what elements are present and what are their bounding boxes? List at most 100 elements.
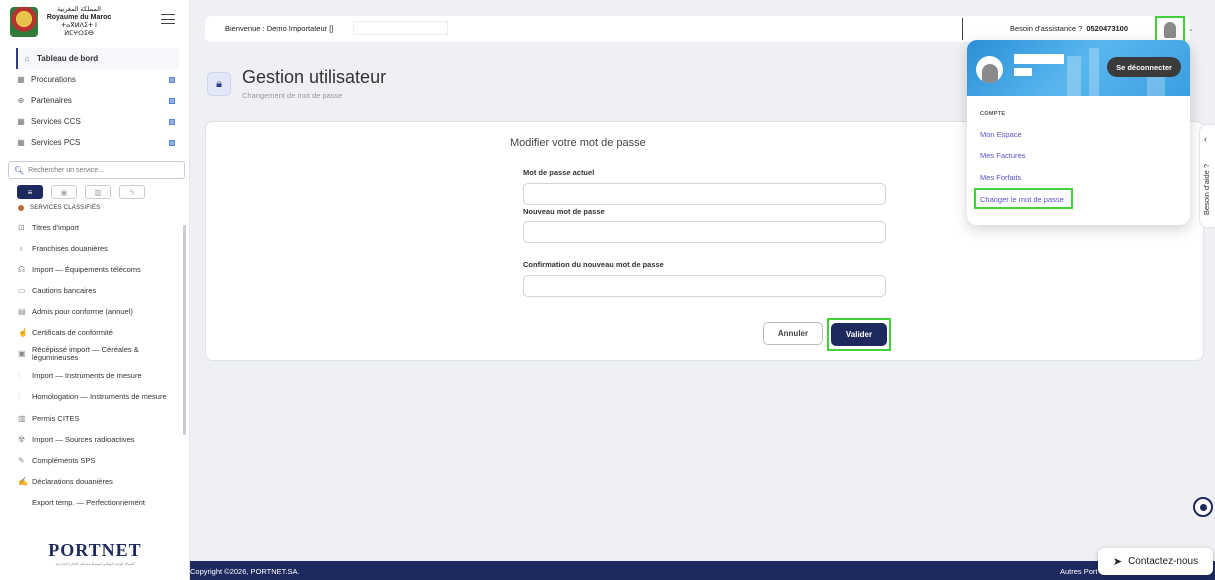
section-title: SERVICES CLASSIFIÉS (18, 205, 189, 211)
nav-item-dashboard[interactable]: ⌂ Tableau de bord (16, 48, 179, 69)
assistance-label: Besoin d'assistance ? (1010, 24, 1083, 33)
service-item[interactable]: ☢ Import — Sources radioactives (18, 429, 189, 450)
service-filters: ≡ ◉ ▥ ϟ (17, 185, 189, 199)
submit-highlight: Valider (827, 318, 891, 351)
nav-item-services-pcs[interactable]: ▦ Services PCS (16, 132, 179, 153)
user-icon (1164, 22, 1176, 38)
service-label: Déclarations douanières (32, 477, 113, 486)
nav-item-partenaires[interactable]: ⊕ Partenaires (16, 90, 179, 111)
nav-label: Partenaires (31, 96, 72, 105)
service-item[interactable]: ♁ Franchises douanières (18, 238, 189, 259)
expand-icon[interactable] (169, 76, 175, 83)
lock-icon: 🔒︎ (207, 72, 231, 96)
service-label: Import — Équipements télécoms (32, 265, 141, 274)
cancel-button[interactable]: Annuler (763, 322, 823, 345)
service-item[interactable]: ✍ Déclarations douanières (18, 471, 189, 492)
service-item[interactable]: ☝ Certificats de conformité (18, 322, 189, 343)
service-item[interactable]: ▤ Admis pour conforme (annuel) (18, 301, 189, 322)
expand-icon[interactable] (169, 97, 175, 104)
hamburger-menu-icon[interactable] (161, 14, 175, 24)
logo[interactable]: المملكة المغربية Royaume du Maroc ⵜⴰⴳⵍⴷⵉ… (0, 0, 189, 44)
welcome-text: Bienvenue : Demo Importateur [] (225, 24, 334, 33)
filter-building-button[interactable]: ▥ (85, 185, 111, 199)
sidebar-scrollbar[interactable] (183, 225, 186, 435)
expand-icon[interactable] (169, 118, 175, 125)
filter-list-button[interactable]: ≡ (17, 185, 43, 199)
filter-ship-button[interactable]: ◉ (51, 185, 77, 199)
current-password-input[interactable] (523, 183, 886, 205)
section-dot-icon (18, 205, 24, 211)
service-label: Admis pour conforme (annuel) (32, 307, 133, 316)
change-password-link[interactable]: Changer le mot de passe (980, 195, 1064, 204)
service-item[interactable]: ▣ Récépissé import — Céréales & légumineu… (18, 343, 189, 365)
service-icon: ☝ (18, 328, 28, 337)
home-icon: ⌂ (24, 54, 30, 63)
service-label: Homologation — Instruments de mesure (32, 391, 167, 401)
my-invoices-link[interactable]: Mes Factures (980, 151, 1025, 160)
new-password-input[interactable] (523, 221, 886, 243)
service-label: Import — Sources radioactives (32, 435, 135, 444)
user-name-field (1014, 54, 1064, 64)
assistance-info: Besoin d'assistance ? 0520473100 (1010, 24, 1128, 33)
service-label: Compléments SPS (32, 456, 96, 465)
service-icon: ⫶ (18, 391, 20, 401)
service-icon: ▥ (18, 414, 26, 423)
grid-icon: ▦ (17, 138, 25, 147)
page-title: Gestion utilisateur (242, 67, 387, 87)
assistance-phone[interactable]: 0520473100 (1086, 24, 1128, 33)
service-search-input[interactable]: 🔍︎ Rechercher un service... (8, 161, 185, 179)
nav-label: Procurations (31, 75, 76, 84)
service-label: Import — Instruments de mesure (32, 371, 142, 380)
contact-label: Contactez-nous (1128, 556, 1199, 567)
form-title: Modifier votre mot de passe (510, 137, 646, 149)
help-tab-label: Besoin d'aide ? (1202, 163, 1211, 215)
help-side-tab[interactable]: ‹ Besoin d'aide ? (1199, 124, 1215, 228)
nav-label: Services CCS (31, 117, 81, 126)
service-item[interactable]: ▥ Permis CITES (18, 408, 189, 429)
service-icon: ✎ (18, 456, 25, 465)
logout-button[interactable]: Se déconnecter (1107, 57, 1181, 77)
service-item[interactable]: ⫶ Homologation — Instruments de mesure (18, 386, 189, 408)
send-icon: ➤ (1112, 556, 1123, 568)
service-item[interactable]: ⊡ Titres d'import (18, 217, 189, 238)
chevron-down-icon[interactable]: ⌄ (1188, 25, 1194, 33)
grid-icon: ▦ (17, 75, 25, 84)
portnet-tagline: الشباك الوحيد الوطني لتبسيط مساطر التجار… (55, 562, 135, 566)
user-dropdown: Se déconnecter COMPTE Mon Espace Mes Fac… (967, 40, 1190, 225)
accessibility-eye-icon[interactable] (1193, 497, 1213, 517)
grid-icon: ▦ (17, 117, 25, 126)
change-password-highlight: Changer le mot de passe (974, 188, 1073, 209)
service-item[interactable]: Export temp. — Perfectionnement (18, 492, 189, 514)
service-icon: ☢ (18, 435, 26, 444)
new-password-label: Nouveau mot de passe (523, 207, 605, 216)
my-space-link[interactable]: Mon Espace (980, 130, 1022, 139)
service-icon: ♁ (18, 244, 24, 253)
banner-building (1089, 48, 1099, 96)
search-placeholder: Rechercher un service... (28, 166, 105, 174)
dropdown-section-title: COMPTE (980, 111, 1006, 117)
my-plans-link[interactable]: Mes Forfaits (980, 173, 1021, 182)
service-icon: ☊ (18, 265, 26, 274)
service-icon: ▣ (18, 348, 26, 358)
service-item[interactable]: ⫶ Import — Instruments de mesure (18, 365, 189, 386)
expand-icon[interactable] (169, 139, 175, 146)
footer-copyright: Copyright ©2026, PORTNET.SA. (190, 567, 300, 576)
section-title-label: SERVICES CLASSIFIÉS (30, 205, 101, 211)
confirm-password-input[interactable] (523, 275, 886, 297)
service-item[interactable]: ▭ Cautions bancaires (18, 280, 189, 301)
service-item[interactable]: ✎ Compléments SPS (18, 450, 189, 471)
welcome-field (353, 21, 448, 35)
nav-item-procurations[interactable]: ▦ Procurations (16, 69, 179, 90)
portnet-logo: PORTNET الشباك الوحيد الوطني لتبسيط مساط… (0, 540, 190, 566)
service-label: Titres d'import (32, 223, 79, 232)
service-item[interactable]: ☊ Import — Équipements télécoms (18, 259, 189, 280)
nav-item-services-ccs[interactable]: ▦ Services CCS (16, 111, 179, 132)
service-icon: ✍ (18, 477, 28, 486)
footer-other-ports-link[interactable]: Autres Port (1060, 567, 1098, 576)
contact-us-button[interactable]: ➤ Contactez-nous (1098, 548, 1213, 575)
nav-label: Tableau de bord (37, 54, 99, 63)
filter-flash-button[interactable]: ϟ (119, 185, 145, 199)
submit-button[interactable]: Valider (831, 323, 887, 346)
user-role-field (1014, 68, 1032, 76)
service-icon: ▭ (18, 286, 26, 295)
